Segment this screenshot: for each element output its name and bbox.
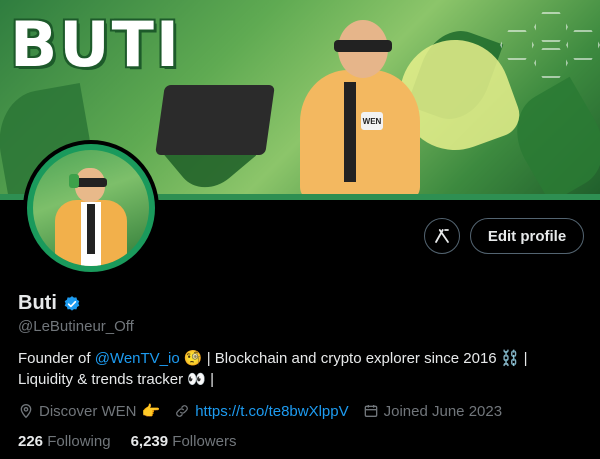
calendar-icon xyxy=(364,405,377,417)
bio-emoji: 🧐 xyxy=(179,350,203,367)
user-handle: @LeButineur_Off xyxy=(18,318,134,335)
wen-badge: WEN xyxy=(361,112,383,130)
leaf-decoration xyxy=(500,76,600,200)
location-item: Discover WEN 👉 xyxy=(18,402,160,420)
location-pin-icon xyxy=(20,403,32,419)
sunglasses xyxy=(334,40,392,52)
profile-bio: Founder of @WenTV_io 🧐 | Blockchain and … xyxy=(18,348,588,390)
hexagon-decoration xyxy=(534,12,568,42)
hexagon-decoration xyxy=(500,30,534,60)
banner-title: BUTI xyxy=(10,8,181,81)
joined-item: Joined June 2023 xyxy=(363,403,502,420)
following-count: 226 xyxy=(18,433,44,450)
followers-count: 6,239 xyxy=(130,433,169,450)
profile-meta: Discover WEN 👉 https://t.co/te8bwXlppV J… xyxy=(18,402,516,420)
grok-icon xyxy=(435,229,449,243)
followers-link[interactable]: 6,239 Followers xyxy=(131,433,237,450)
followers-label: Followers xyxy=(172,433,237,450)
avatar-image xyxy=(33,150,149,266)
character-jacket xyxy=(300,70,420,200)
bio-mention-link[interactable]: @WenTV_io xyxy=(95,350,180,367)
location-emoji: 👉 xyxy=(141,403,161,420)
hexagon-decoration xyxy=(534,48,568,78)
verified-badge-icon xyxy=(64,295,80,311)
follow-stats: 226 Following 6,239 Followers xyxy=(18,433,256,450)
display-name: Buti xyxy=(18,292,57,314)
grok-button[interactable] xyxy=(424,218,460,254)
following-link[interactable]: 226 Following xyxy=(18,433,111,450)
location-text: Discover WEN xyxy=(39,402,137,420)
name-row: Buti xyxy=(18,292,81,315)
hexagon-decoration xyxy=(566,30,600,60)
link-icon xyxy=(176,405,189,417)
character-tie xyxy=(344,82,356,182)
avatar-headset xyxy=(69,174,79,188)
joined-date: Joined June 2023 xyxy=(383,402,503,420)
bio-text: | Blockchain and crypto explorer since 2… xyxy=(202,350,528,367)
bio-text: Liquidity & trends tracker 👀 | xyxy=(18,371,214,388)
website-item[interactable]: https://t.co/te8bwXlppV xyxy=(174,403,349,420)
avatar[interactable] xyxy=(23,140,159,276)
website-link[interactable]: https://t.co/te8bwXlppV xyxy=(195,403,348,420)
avatar-tie xyxy=(87,204,95,254)
bio-text: Founder of xyxy=(18,350,95,367)
laptop xyxy=(155,85,275,155)
edit-profile-button[interactable]: Edit profile xyxy=(470,218,584,254)
following-label: Following xyxy=(47,433,111,450)
